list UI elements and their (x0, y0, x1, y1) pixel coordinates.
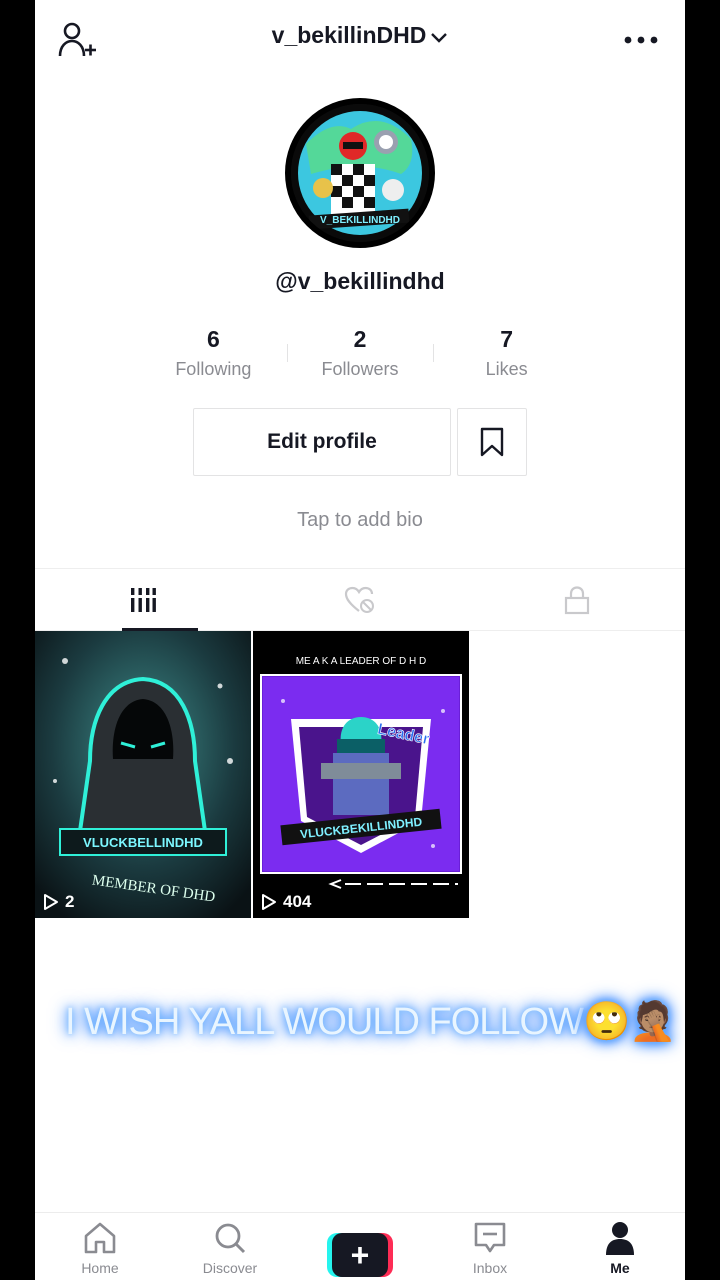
nav-inbox[interactable]: Inbox (425, 1213, 555, 1280)
stat-likes-value: 7 (500, 326, 514, 352)
stat-following[interactable]: 6 Following (140, 322, 287, 386)
tab-videos[interactable] (35, 569, 252, 631)
view-count: 404 (261, 892, 311, 912)
account-title: v_bekillinDHD (271, 22, 427, 48)
video-cover: ME A K A LEADER OF D H D Leader VLUCKBEK… (253, 631, 469, 918)
avatar[interactable]: V_BEKILLINDHD (285, 98, 435, 248)
stat-likes-label: Likes (485, 359, 528, 379)
stat-followers[interactable]: 2 Followers (286, 322, 434, 386)
tab-liked[interactable] (252, 569, 469, 630)
nav-home[interactable]: Home (35, 1213, 165, 1280)
video-thumbnail[interactable]: VLUCKBELLINDHD MEMBER OF DHD 2 (35, 631, 251, 918)
caption-text: I WISH YALL WOULD FOLLOW (65, 1001, 584, 1043)
liked-hidden-icon (344, 586, 374, 613)
profile-stats: 6 Following 2 Followers 7 Likes (140, 322, 580, 386)
search-icon (215, 1223, 246, 1254)
caption-emoji: 🙄🤦🏽 (582, 1001, 677, 1043)
video-cover: VLUCKBELLINDHD MEMBER OF DHD (35, 631, 251, 918)
edit-profile-button[interactable]: Edit profile (193, 408, 451, 476)
overlay-caption: I WISH YALL WOULD FOLLOW🙄🤦🏽 (65, 1000, 677, 1044)
bottom-nav: Home Discover + Inbox Me (35, 1212, 685, 1280)
stat-following-label: Following (175, 359, 252, 379)
tab-private[interactable] (468, 569, 685, 630)
stat-likes[interactable]: 7 Likes (433, 322, 580, 386)
lock-icon (564, 585, 589, 614)
create-icon: + (327, 1233, 393, 1277)
grid-icon (131, 587, 157, 612)
nav-me[interactable]: Me (555, 1213, 685, 1280)
video-header-text: ME A K A LEADER OF D H D (296, 656, 427, 667)
view-count: 2 (43, 892, 74, 912)
stat-followers-value: 2 (353, 326, 367, 352)
chevron-down-icon (431, 33, 448, 43)
video-title-text: VLUCKBELLINDHD (83, 835, 203, 850)
favorites-button[interactable] (457, 408, 527, 476)
profile-tabs (35, 568, 685, 631)
nav-discover-label: Discover (202, 1260, 258, 1276)
nav-me-label: Me (610, 1260, 630, 1276)
nav-home-label: Home (81, 1260, 119, 1276)
nav-inbox-label: Inbox (472, 1260, 508, 1276)
video-grid: VLUCKBELLINDHD MEMBER OF DHD 2 ME A K A … (35, 631, 685, 918)
video-thumbnail[interactable]: ME A K A LEADER OF D H D Leader VLUCKBEK… (253, 631, 469, 918)
play-icon (262, 894, 276, 910)
stat-followers-label: Followers (321, 359, 399, 379)
bio-placeholder[interactable]: Tap to add bio (35, 509, 685, 532)
nav-create[interactable]: + (295, 1213, 425, 1280)
view-count-text: 404 (283, 892, 312, 911)
nav-discover[interactable]: Discover (165, 1213, 295, 1280)
inbox-icon (474, 1222, 506, 1253)
profile-username: @v_bekillindhd (275, 268, 445, 294)
top-bar: v_bekillinDHD (35, 0, 685, 80)
avatar-image: V_BEKILLINDHD (291, 104, 429, 242)
profile-screen: v_bekillinDHD V_BEKILLINDHD @v_bekillind… (35, 0, 685, 1280)
account-switcher[interactable]: v_bekillinDHD (35, 22, 685, 49)
person-icon (606, 1222, 634, 1255)
view-count-text: 2 (65, 892, 75, 911)
more-icon[interactable] (623, 28, 659, 52)
stat-following-value: 6 (206, 326, 220, 352)
avatar-text: V_BEKILLINDHD (320, 215, 400, 226)
home-icon (84, 1222, 116, 1254)
bookmark-icon (480, 427, 504, 457)
play-icon (44, 894, 58, 910)
